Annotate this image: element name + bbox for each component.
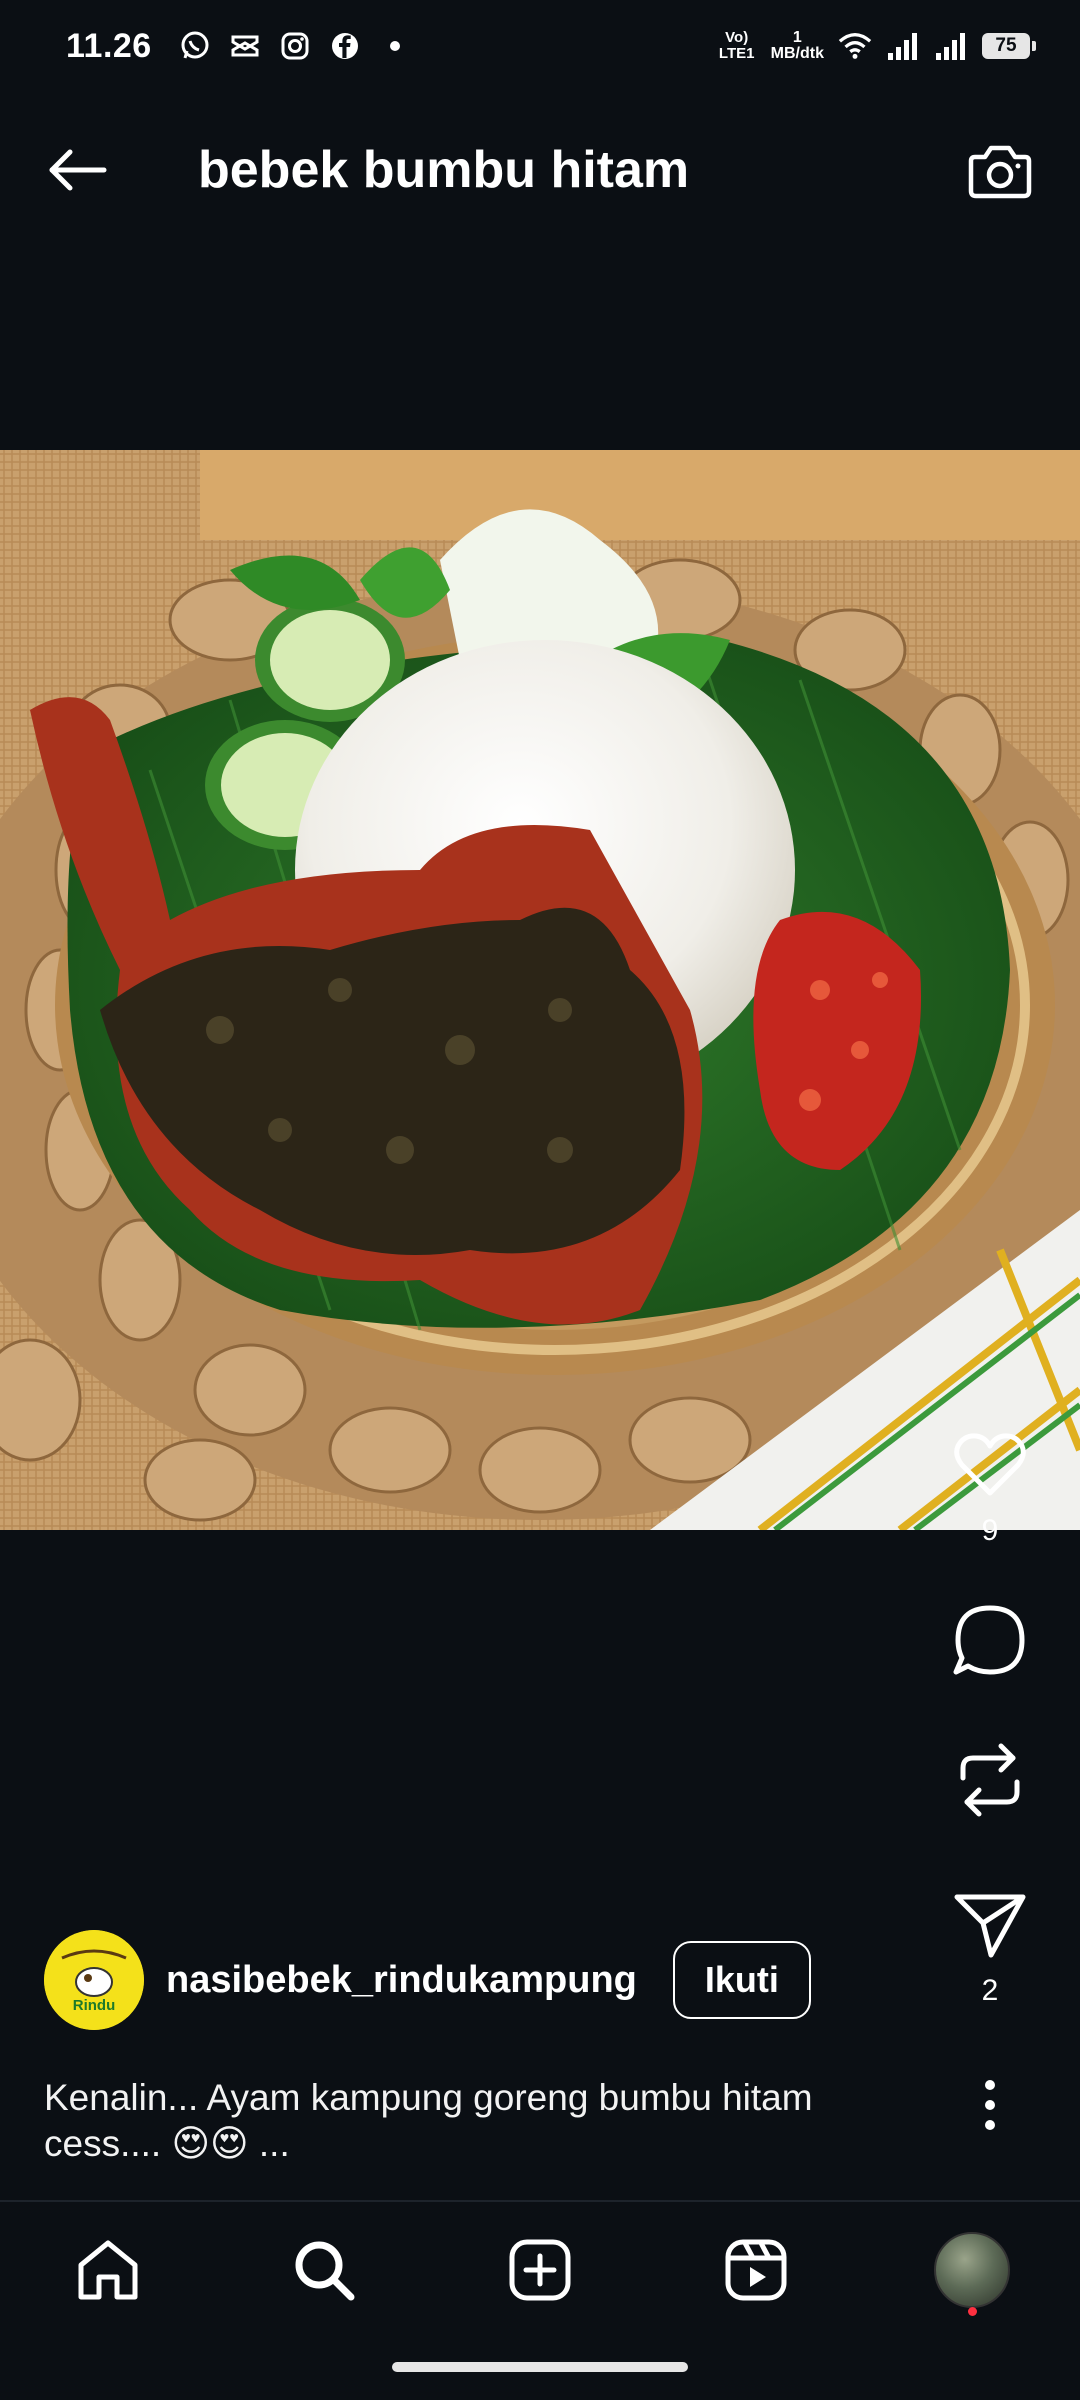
author-avatar[interactable]: Rindu <box>44 1930 144 2030</box>
nav-search[interactable] <box>274 2220 374 2320</box>
post-caption[interactable]: Kenalin... Ayam kampung goreng bumbu hit… <box>44 2075 924 2167</box>
heart-icon <box>954 1433 1026 1496</box>
repost-button[interactable] <box>945 1735 1035 1825</box>
post-image[interactable] <box>0 450 1080 1530</box>
follow-button[interactable]: Ikuti <box>672 1941 811 2019</box>
share-action: 2 <box>930 1880 1050 2008</box>
home-icon <box>78 2240 138 2300</box>
author-username[interactable]: nasibebek_rindukampung <box>166 1959 637 2002</box>
repost-action <box>930 1735 1050 1825</box>
app-bar: bebek bumbu hitam <box>0 110 1080 230</box>
notification-dot <box>968 2307 977 2316</box>
profile-avatar <box>934 2232 1010 2308</box>
like-button[interactable] <box>945 1420 1035 1510</box>
signal-1-icon <box>886 29 920 63</box>
screen: 11.26 Vo) LTE1 1 MB/dtk 75 bebek bumbu h… <box>0 0 1080 2400</box>
nav-profile[interactable] <box>922 2220 1022 2320</box>
instagram-icon <box>278 29 312 63</box>
share-button[interactable] <box>945 1880 1035 1970</box>
bottom-nav <box>0 2202 1080 2338</box>
send-icon <box>954 1894 1026 1958</box>
whatsapp-icon <box>178 29 212 63</box>
signal-2-icon <box>934 29 968 63</box>
like-action: 9 <box>930 1420 1050 1548</box>
comment-button[interactable] <box>945 1595 1035 1685</box>
speed-unit: MB/dtk <box>770 45 824 62</box>
share-count: 2 <box>981 1974 999 2007</box>
status-right: Vo) LTE1 1 MB/dtk 75 <box>717 29 1036 63</box>
speed-value: 1 <box>792 29 802 46</box>
nav-home[interactable] <box>58 2220 158 2320</box>
comment-action <box>930 1595 1050 1685</box>
nav-create[interactable] <box>490 2220 590 2320</box>
camera-button[interactable] <box>960 130 1040 210</box>
plus-square-icon <box>509 2239 571 2301</box>
page-title: bebek bumbu hitam <box>198 141 690 199</box>
network-label: Vo) LTE1 <box>718 29 755 62</box>
status-time: 11.26 <box>66 26 152 65</box>
comment-icon <box>953 1605 1025 1675</box>
more-notifications-dot <box>389 41 400 51</box>
camera-icon <box>968 145 1032 199</box>
search-icon <box>295 2241 355 2301</box>
status-left: 11.26 <box>66 27 400 66</box>
status-bar: 11.26 Vo) LTE1 1 MB/dtk 75 <box>0 0 1080 92</box>
arrow-left-icon <box>49 149 107 191</box>
brand-logo: Rindu <box>44 1930 144 2030</box>
home-indicator[interactable] <box>392 2362 688 2372</box>
more-vertical-icon <box>985 2080 995 2130</box>
battery-indicator: 75 <box>982 33 1036 59</box>
food-photo <box>0 450 1080 1530</box>
capcut-icon <box>228 29 262 63</box>
like-count: 9 <box>981 1514 999 1547</box>
facebook-icon <box>328 29 362 63</box>
post-author: Rindu nasibebek_rindukampung Ikuti <box>44 1930 811 2030</box>
wifi-icon <box>838 29 872 63</box>
more-action <box>930 2060 1050 2150</box>
nav-reels[interactable] <box>706 2220 806 2320</box>
reels-icon <box>725 2239 787 2301</box>
more-options-button[interactable] <box>945 2060 1035 2150</box>
repost-icon <box>960 1743 1020 1817</box>
brand-logo-text: Rindu <box>73 1997 116 2014</box>
speed-indicator: 1 MB/dtk <box>771 30 824 62</box>
back-button[interactable] <box>40 134 112 206</box>
